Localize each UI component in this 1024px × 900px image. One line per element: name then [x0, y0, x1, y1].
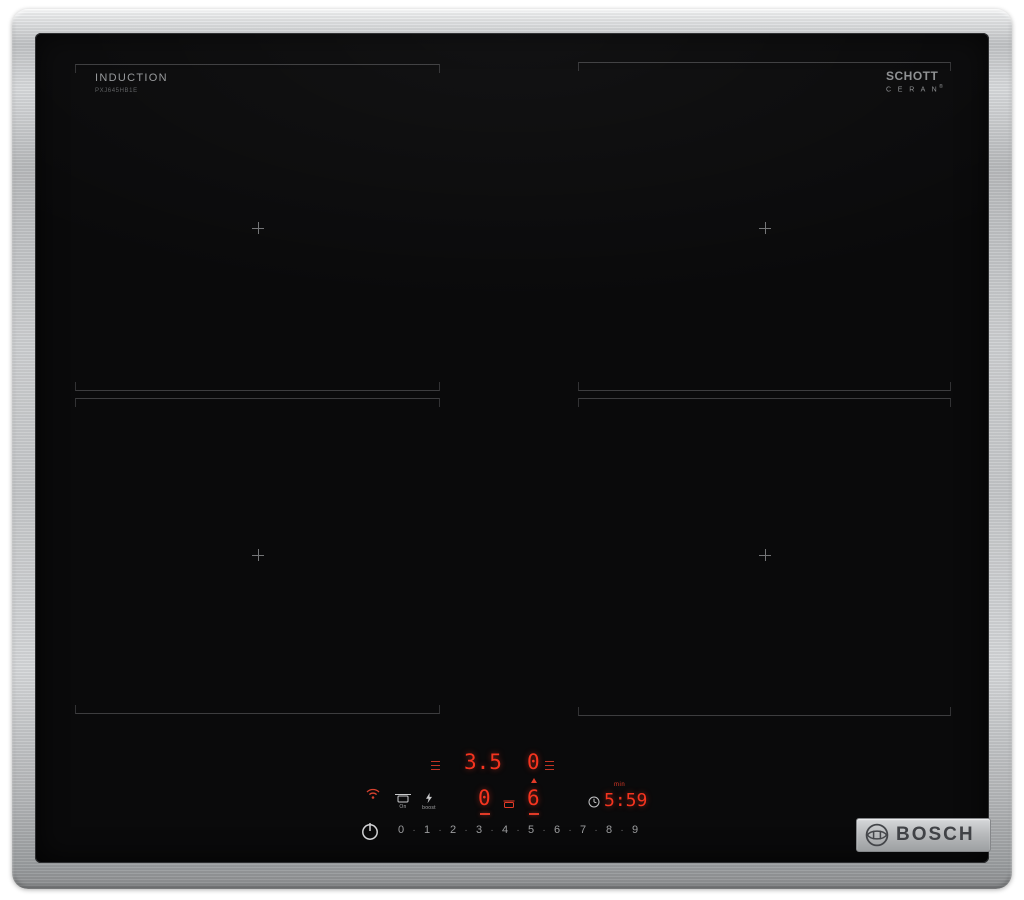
slider-separator: ·: [594, 824, 598, 836]
zone-outline: [75, 382, 440, 391]
pan-indicator-icon: [503, 796, 515, 814]
zone-outline: [578, 62, 951, 71]
slider-level-8[interactable]: 8: [602, 824, 616, 836]
zone-cross-rear-right: [759, 222, 771, 234]
power-display-rear-left: 3.5: [464, 750, 502, 774]
induction-cooktop: INDUCTION PXJ645HB1E SCHOTT C E R A N® 3…: [0, 0, 1024, 900]
slider-separator: ·: [438, 824, 442, 836]
timer-unit-label: min: [614, 782, 626, 788]
slider-level-7[interactable]: 7: [576, 824, 590, 836]
bosch-symbol-icon: [865, 823, 889, 847]
slider-separator: ·: [568, 824, 572, 836]
boost-key[interactable]: boost: [417, 792, 441, 811]
slider-separator: ·: [464, 824, 468, 836]
clock-icon: [588, 796, 600, 808]
zone-outline: [75, 705, 440, 714]
zone-underline-front-left: [480, 813, 490, 815]
slider-level-4[interactable]: 4: [498, 824, 512, 836]
zone-outline: [578, 382, 951, 391]
power-display-front-right: 6: [527, 786, 540, 810]
power-display-front-left: 0: [478, 786, 491, 810]
slider-level-2[interactable]: 2: [446, 824, 460, 836]
flex-zone-lines-right-icon: [545, 761, 554, 770]
boost-icon: [426, 792, 432, 804]
zone-outline: [578, 398, 951, 407]
power-button[interactable]: [360, 821, 380, 841]
slider-separator: ·: [516, 824, 520, 836]
wifi-icon[interactable]: [365, 787, 381, 805]
bosch-logo: BOSCH: [856, 818, 991, 852]
slider-level-6[interactable]: 6: [550, 824, 564, 836]
slider-level-0[interactable]: 0: [394, 824, 408, 836]
zone-outline: [75, 398, 440, 407]
zone-outline: [578, 707, 951, 716]
slider-level-1[interactable]: 1: [420, 824, 434, 836]
bosch-wordmark: BOSCH: [896, 824, 975, 845]
pan-on-label: On: [399, 804, 407, 810]
timer-display: 5:59: [604, 790, 648, 811]
slider-separator: ·: [542, 824, 546, 836]
slider-level-9[interactable]: 9: [628, 824, 642, 836]
slider-separator: ·: [490, 824, 494, 836]
power-display-rear-right: 0: [527, 750, 540, 774]
zone-selected-marker-icon: [531, 778, 537, 783]
pan-on-key[interactable]: On: [391, 792, 415, 810]
timer-key[interactable]: [588, 795, 600, 813]
power-icon: [362, 823, 378, 840]
zone-outline: [75, 64, 440, 73]
pan-icon: [395, 794, 411, 803]
zone-underline-front-right: [529, 813, 539, 815]
zone-cross-rear-left: [252, 222, 264, 234]
zone-cross-front-right: [759, 549, 771, 561]
slider-level-5[interactable]: 5: [524, 824, 538, 836]
zone-cross-front-left: [252, 549, 264, 561]
slider-separator: ·: [620, 824, 624, 836]
flex-zone-lines-left-icon: [431, 761, 440, 770]
slider-separator: ·: [412, 824, 416, 836]
power-slider[interactable]: 0 · 1 · 2 · 3 · 4 · 5 · 6 · 7 · 8 · 9: [394, 824, 642, 836]
slider-level-3[interactable]: 3: [472, 824, 486, 836]
boost-label: boost: [422, 805, 436, 811]
